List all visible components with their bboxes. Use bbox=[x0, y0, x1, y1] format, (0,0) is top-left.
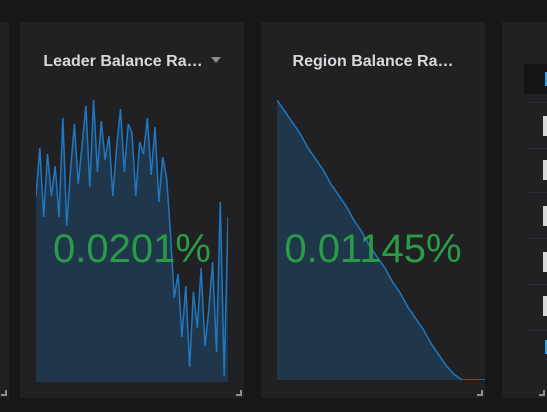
resize-handle-icon[interactable] bbox=[1, 390, 7, 396]
chevron-down-icon[interactable] bbox=[210, 56, 221, 63]
dashboard-canvas: Leader Balance Ra… 0.0201% Region Balanc… bbox=[0, 0, 547, 412]
region-balance-panel[interactable]: Region Balance Ra… 0.01145% bbox=[261, 22, 485, 398]
partial-panel-left[interactable] bbox=[0, 22, 9, 398]
table-cell-fragment bbox=[543, 252, 547, 272]
resize-handle-icon[interactable] bbox=[539, 390, 545, 396]
table-cell-fragment bbox=[543, 116, 547, 136]
table-row-divider bbox=[528, 192, 547, 193]
panel-title-text: Region Balance Ra… bbox=[292, 53, 454, 70]
stat-value: 0.0201% bbox=[53, 227, 211, 271]
table-row-divider bbox=[528, 330, 547, 331]
table-header-cell bbox=[524, 64, 547, 94]
stat-value: 0.01145% bbox=[284, 227, 462, 271]
table-row-divider bbox=[528, 148, 547, 149]
table-row-divider bbox=[528, 238, 547, 239]
table-cell-fragment bbox=[543, 206, 547, 226]
table-cell-fragment bbox=[543, 160, 547, 180]
table-row-divider bbox=[528, 102, 547, 103]
panel-title-region[interactable]: Region Balance Ra… bbox=[261, 53, 485, 71]
resize-handle-icon[interactable] bbox=[236, 390, 242, 396]
panel-title-text: Leader Balance Ra… bbox=[43, 53, 203, 70]
leader-balance-panel[interactable]: Leader Balance Ra… 0.0201% bbox=[20, 22, 244, 398]
table-row-divider bbox=[528, 284, 547, 285]
resize-handle-icon[interactable] bbox=[477, 390, 483, 396]
panel-title-leader[interactable]: Leader Balance Ra… bbox=[20, 53, 244, 71]
table-cell-fragment bbox=[543, 296, 547, 316]
